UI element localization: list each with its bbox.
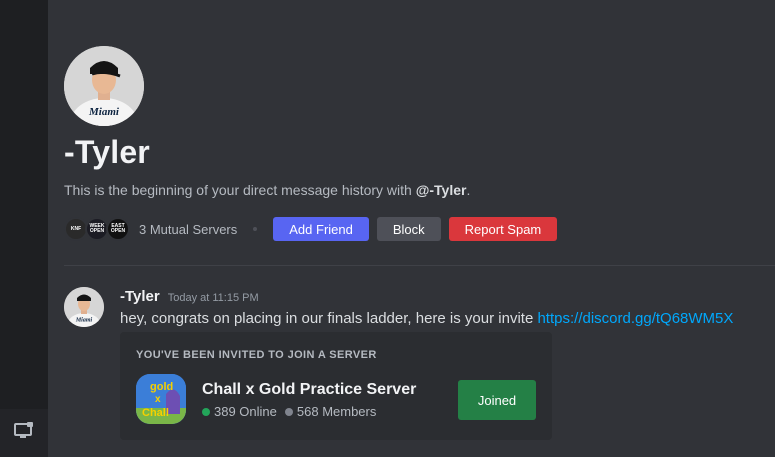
joined-button[interactable]: Joined	[458, 380, 536, 420]
members-status-dot	[284, 407, 293, 416]
member-count: 568 Members	[296, 404, 377, 419]
report-spam-button[interactable]: Report Spam	[448, 217, 558, 241]
intro-suffix: .	[466, 182, 471, 198]
message-content: hey, congrats on placing in our finals l…	[120, 310, 733, 327]
dm-intro-text: This is the beginning of your direct mes…	[64, 182, 470, 198]
separator-dot	[253, 227, 258, 231]
intro-handle: @-Tyler	[415, 182, 467, 198]
invite-server-icon[interactable]: gold x Chall	[136, 374, 186, 424]
monitor-icon[interactable]	[14, 421, 34, 445]
mutual-servers-link[interactable]: 3 Mutual Servers	[139, 222, 237, 237]
server-invite-card: YOU'VE BEEN INVITED TO JOIN A SERVER gol…	[120, 332, 552, 440]
invite-link[interactable]: https://discord.gg/tQ68WM5X	[537, 310, 733, 327]
invite-icon-text: Chall	[142, 407, 169, 419]
invite-header: YOU'VE BEEN INVITED TO JOIN A SERVER	[136, 349, 377, 361]
block-button[interactable]: Block	[376, 217, 441, 241]
message-header: -Tyler Today at 11:15 PM	[120, 288, 259, 305]
invite-server-stats: 389 Online 568 Members	[202, 404, 376, 419]
screen-share-control[interactable]	[0, 409, 48, 457]
divider	[64, 265, 775, 266]
add-friend-button[interactable]: Add Friend	[273, 217, 369, 241]
jersey-text: Miami	[88, 106, 120, 118]
profile-actions: KNF WEEK OPEN EAST OPEN 3 Mutual Servers…	[64, 217, 565, 241]
intro-prefix: This is the beginning of your direct mes…	[64, 182, 416, 198]
invite-server-name[interactable]: Chall x Gold Practice Server	[202, 381, 416, 399]
online-count: 389 Online	[214, 404, 277, 419]
profile-username: -Tyler	[64, 134, 150, 170]
profile-avatar[interactable]: Miami	[64, 46, 144, 126]
mutual-server-icon[interactable]: EAST OPEN	[106, 217, 130, 241]
jersey-text: Miami	[75, 318, 93, 324]
server-rail	[0, 0, 48, 457]
invite-icon-text: gold	[150, 381, 173, 393]
online-status-dot	[202, 407, 210, 416]
message-timestamp: Today at 11:15 PM	[167, 292, 259, 304]
dm-channel: Miami -Tyler This is the beginning of yo…	[48, 0, 775, 457]
message-author[interactable]: -Tyler	[120, 288, 160, 305]
invite-icon-text: x	[155, 394, 161, 405]
message-author-avatar[interactable]: Miami	[64, 287, 104, 327]
message-text: hey, congrats on placing in our finals l…	[120, 310, 538, 327]
